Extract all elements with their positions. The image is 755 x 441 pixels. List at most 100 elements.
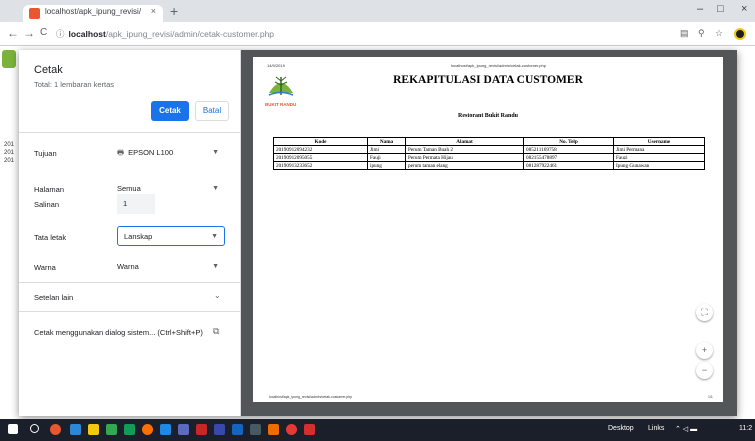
layout-select[interactable]: Lanskap ▼ [117, 226, 225, 246]
print-date: 14/9/2019 [267, 63, 285, 68]
destination-select[interactable]: 🖶 EPSON L100 ▼ [117, 143, 225, 163]
app-icon[interactable] [196, 424, 207, 435]
cell-nama: Jimi [367, 145, 406, 154]
cell-alamat: perum taman elang [405, 161, 524, 170]
windows-taskbar: Desktop Links ⌃ ◁ ▬ 11:2 [0, 419, 755, 441]
divider [19, 132, 240, 133]
color-label: Warna [34, 263, 56, 272]
open-external-icon[interactable]: ⧉ [213, 326, 219, 337]
pages-value: Semua [117, 184, 141, 193]
cancel-button[interactable]: Batal [195, 101, 229, 121]
app-icon[interactable] [106, 424, 117, 435]
app-icon[interactable] [250, 424, 261, 435]
url-host: localhost [68, 29, 106, 39]
color-select[interactable]: Warna ▼ [117, 257, 225, 277]
pdf-icon[interactable] [304, 424, 315, 435]
bookmark-star-icon[interactable]: ☆ [715, 28, 723, 39]
divider [19, 282, 240, 283]
back-button[interactable]: ← [7, 26, 19, 40]
close-window-button[interactable]: × [741, 3, 747, 15]
profile-avatar[interactable] [734, 28, 746, 40]
column-header: No. Telp [523, 137, 614, 146]
app-icon[interactable] [268, 424, 279, 435]
cell-telp: 085211169758 [523, 145, 614, 154]
links-toolbar[interactable]: Links [648, 425, 664, 432]
browser-tab[interactable]: localhost/apk_ipung_revisi/admi × [23, 5, 163, 22]
firefox-icon[interactable] [142, 424, 153, 435]
favicon-icon [29, 8, 40, 19]
header-url: localhost/apk_ipung_revisi/admin/cetak-c… [451, 63, 546, 68]
tab-close-icon[interactable]: × [151, 6, 156, 16]
destination-value: EPSON L100 [128, 148, 174, 157]
sheet-count: Total: 1 lembaran kertas [34, 80, 115, 89]
app-icon[interactable] [232, 424, 243, 435]
more-settings[interactable]: Setelan lain [34, 293, 73, 302]
chevron-down-icon: ▼ [212, 263, 219, 270]
screen: localhost/apk_ipung_revisi/admi × + – □ … [0, 0, 755, 441]
cell-alamat: Perum Taman Buah 2 [405, 145, 524, 154]
copies-label: Salinan [34, 200, 60, 209]
destination-label: Tujuan [34, 149, 57, 158]
file-explorer-icon[interactable] [88, 424, 99, 435]
tray-icons[interactable]: ⌃ ◁ ▬ [675, 425, 697, 433]
url-field[interactable]: ⓘ localhost/apk_ipung_revisi/admin/cetak-… [56, 25, 726, 43]
table-header-row: Kode Nama Alamat No. Telp Username [273, 137, 705, 146]
tab-title: localhost/apk_ipung_revisi/admi [45, 7, 141, 16]
store-icon[interactable] [70, 424, 81, 435]
column-header: Nama [367, 137, 406, 146]
bg-logo [2, 50, 16, 68]
column-header: Username [613, 137, 705, 146]
zoom-in-button[interactable]: + [696, 342, 713, 359]
print-button[interactable]: Cetak [151, 101, 189, 121]
logo-text: BUKIT RANDU [265, 102, 297, 107]
footer-url: localhost/apk_ipung_revisi/admin/cetak-c… [269, 395, 353, 399]
app-icon[interactable] [160, 424, 171, 435]
maximize-button[interactable]: □ [717, 3, 724, 15]
cell-username: Jimi Permana [613, 145, 705, 154]
translate-icon[interactable]: ▤ [680, 28, 689, 39]
bg-fragment: 201 [4, 142, 15, 148]
app-icon[interactable] [214, 424, 225, 435]
cell-kode: 20190912094232 [273, 145, 368, 154]
table-row: 20190912094232 Jimi Perum Taman Buah 2 0… [273, 145, 705, 154]
print-dialog: Cetak Total: 1 lembaran kertas Cetak Bat… [19, 50, 737, 416]
cell-alamat: Perum Permata Hijau [405, 153, 524, 162]
search-icon[interactable]: ⚲ [698, 28, 705, 39]
reload-button[interactable]: C [40, 27, 47, 38]
chevron-down-icon[interactable]: ⌄ [214, 291, 221, 300]
system-dialog-link[interactable]: Cetak menggunakan dialog sistem... (Ctrl… [34, 328, 203, 337]
clock: 11:2 [739, 425, 753, 432]
cell-kode: 20190913233652 [273, 161, 368, 170]
forward-button[interactable]: → [23, 26, 35, 40]
column-header: Kode [273, 137, 368, 146]
browser-tab-bar: localhost/apk_ipung_revisi/admi × + – □ … [0, 0, 755, 22]
bg-fragment: 201 [4, 158, 15, 164]
chevron-down-icon: ▼ [211, 233, 218, 240]
search-icon[interactable] [30, 424, 39, 433]
windows-start-icon[interactable] [8, 424, 18, 434]
minimize-button[interactable]: – [697, 3, 703, 15]
layout-value: Lanskap [124, 232, 153, 241]
app-icon[interactable] [178, 424, 189, 435]
app-icon[interactable] [124, 424, 135, 435]
desktop-toolbar[interactable]: Desktop [608, 425, 634, 432]
table-row: 20190912095055 Fauji Perum Permata Hijau… [273, 153, 705, 162]
report-subtitle: Restorant Bukit Randu [457, 113, 518, 119]
chrome-icon[interactable] [50, 424, 61, 435]
cell-nama: Fauji [367, 153, 406, 162]
new-tab-button[interactable]: + [170, 3, 178, 19]
preview-page: 14/9/2019 localhost/apk_ipung_revisi/adm… [253, 57, 723, 402]
pages-label: Halaman [34, 185, 65, 194]
page-number: 1/1 [708, 395, 713, 399]
divider [19, 311, 240, 312]
info-icon[interactable]: ⓘ [56, 29, 65, 39]
app-icon[interactable] [286, 424, 297, 435]
chevron-down-icon: ▼ [212, 185, 219, 192]
zoom-out-button[interactable]: − [696, 362, 713, 379]
cell-username: Ipung Gunawan [613, 161, 705, 170]
chevron-down-icon: ▼ [212, 149, 219, 156]
copies-input[interactable]: 1 [117, 194, 155, 214]
layout-label: Tata letak [34, 233, 67, 242]
fit-to-page-button[interactable]: ⛶ [696, 304, 713, 321]
color-value: Warna [117, 262, 139, 271]
